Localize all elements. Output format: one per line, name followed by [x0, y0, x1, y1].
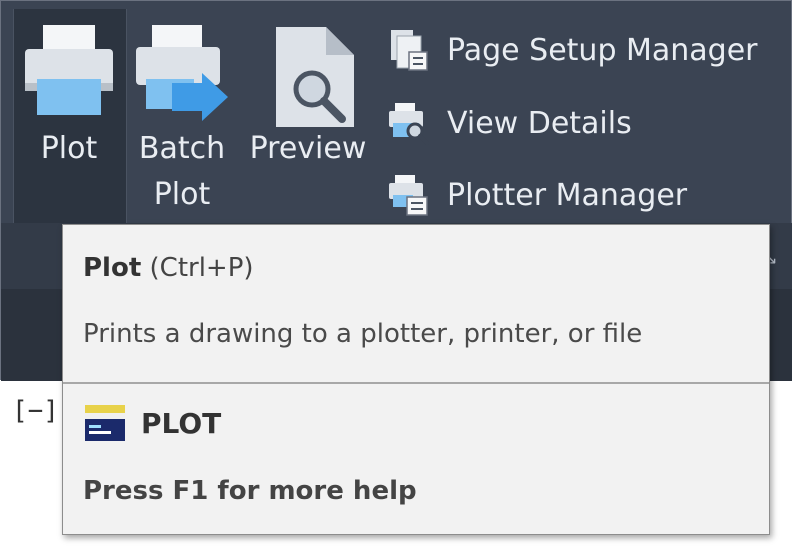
preview-button[interactable]: Preview	[241, 15, 375, 215]
plotter-manager-icon	[389, 175, 428, 216]
batch-plot-icon	[136, 25, 228, 121]
command-line-icon	[85, 405, 125, 441]
plot-tooltip: Plot (Ctrl+P) Prints a drawing to a plot…	[62, 224, 770, 535]
tooltip-divider	[63, 382, 769, 384]
tooltip-title: Plot (Ctrl+P)	[83, 253, 254, 283]
plotter-manager-button[interactable]: Plotter Manager	[387, 171, 687, 219]
preview-label: Preview	[249, 131, 367, 166]
batch-plot-label-line1: Batch	[138, 131, 226, 166]
preview-icon	[276, 27, 354, 127]
tooltip-help-text: Press F1 for more help	[83, 476, 417, 506]
page-setup-manager-label: Page Setup Manager	[447, 32, 758, 68]
tooltip-command: PLOT	[83, 401, 221, 445]
tooltip-description: Prints a drawing to a plotter, printer, …	[83, 319, 643, 349]
view-details-label: View Details	[447, 105, 632, 141]
page-setup-manager-button[interactable]: Page Setup Manager	[387, 26, 758, 74]
plot-label: Plot	[40, 131, 98, 166]
batch-plot-label-line2: Plot	[153, 177, 211, 212]
tooltip-shortcut: (Ctrl+P)	[149, 253, 254, 283]
printer-icon	[25, 25, 113, 115]
plot-button[interactable]: Plot	[13, 15, 125, 215]
batch-plot-button[interactable]: Batch Plot	[129, 15, 235, 215]
page-setup-icon	[391, 30, 428, 71]
tooltip-command-text: PLOT	[141, 406, 222, 440]
tooltip-command-name: Plot	[83, 253, 142, 283]
plotter-manager-label: Plotter Manager	[447, 177, 688, 213]
viewport-control[interactable]: [−]	[12, 396, 59, 426]
view-details-button[interactable]: View Details	[387, 99, 632, 147]
view-details-icon	[389, 103, 429, 145]
